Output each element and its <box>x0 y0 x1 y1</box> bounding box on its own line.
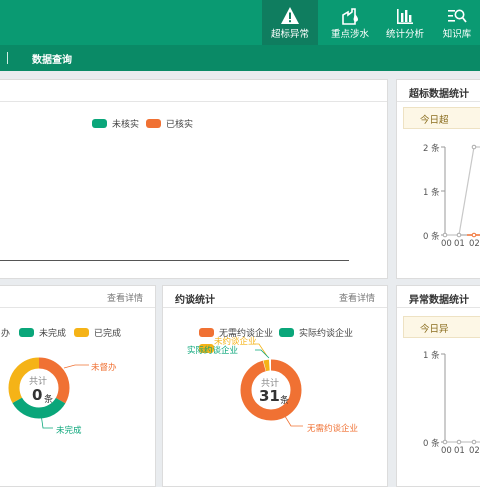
x-tick-label: 02 <box>469 446 480 456</box>
x-tick-label: 00 <box>441 446 452 456</box>
donut-center-unit: 条 <box>280 396 290 406</box>
annotation-none-needed: 无需约谈企业 <box>307 424 359 434</box>
main-chart-card: 未核实 已核实 <box>0 79 388 279</box>
donut-center-unit: 条 <box>44 395 54 405</box>
nav-label: 超标异常 <box>270 29 309 40</box>
task-donut-chart <box>8 357 89 429</box>
nav-label: 重点涉水 <box>330 29 369 40</box>
sub-navigation-bar: 数据查询 <box>0 45 480 71</box>
nav-statistics[interactable]: 统计分析 <box>380 0 430 45</box>
nav-key-water[interactable]: 重点涉水 <box>322 0 378 45</box>
top-navigation-bar: 超标异常 重点涉水 统计分析 知识库 <box>0 0 480 45</box>
x-tick-label: 00 <box>441 239 452 249</box>
abnormal-line-chart <box>441 353 480 445</box>
legend-swatch-unverified <box>92 119 107 128</box>
nav-knowledge-base[interactable]: 知识库 <box>434 0 480 45</box>
x-tick-label: 01 <box>454 239 465 249</box>
nav-exceed-abnormal[interactable]: 超标异常 <box>262 0 318 45</box>
annotation-actual: 实际约谈企业 <box>187 346 239 356</box>
interview-stats-card: 约谈统计 查看详情 无需约谈企业 实际约谈企业 未约谈企业 实际约谈企业 共计 … <box>162 285 388 487</box>
legend-swatch-verified <box>146 119 161 128</box>
warning-icon <box>281 7 299 24</box>
task-stats-card: 查看详情 办 未完成 已完成 共计 0 条 未督办 未完成 <box>0 285 156 487</box>
x-tick-label: 01 <box>454 446 465 456</box>
exceed-line-chart <box>441 144 480 238</box>
legend-label-verified: 已核实 <box>166 120 194 130</box>
donut-center-value: 31 <box>259 387 280 405</box>
exceed-stats-card: 超标数据统计 今日超 2 条 1 条 0 条 00 01 02 <box>396 79 480 279</box>
donut-center-value: 0 <box>32 386 43 404</box>
abnormal-stats-card: 异常数据统计 今日异 1 条 0 条 00 01 02 <box>396 285 480 487</box>
nav-label: 知识库 <box>442 29 472 40</box>
annotation-pending: 未督办 <box>91 363 117 373</box>
divider <box>7 52 8 64</box>
factory-water-icon <box>342 8 358 25</box>
bar-chart-icon <box>397 9 413 24</box>
nav-label: 统计分析 <box>385 29 424 40</box>
x-axis-line <box>0 260 349 261</box>
x-tick-label: 02 <box>469 239 480 249</box>
data-query-link[interactable]: 数据查询 <box>32 51 72 66</box>
search-list-icon <box>448 9 467 23</box>
card-header <box>0 80 387 102</box>
annotation-unfinished: 未完成 <box>56 426 82 436</box>
legend-label-unverified: 未核实 <box>112 120 140 130</box>
